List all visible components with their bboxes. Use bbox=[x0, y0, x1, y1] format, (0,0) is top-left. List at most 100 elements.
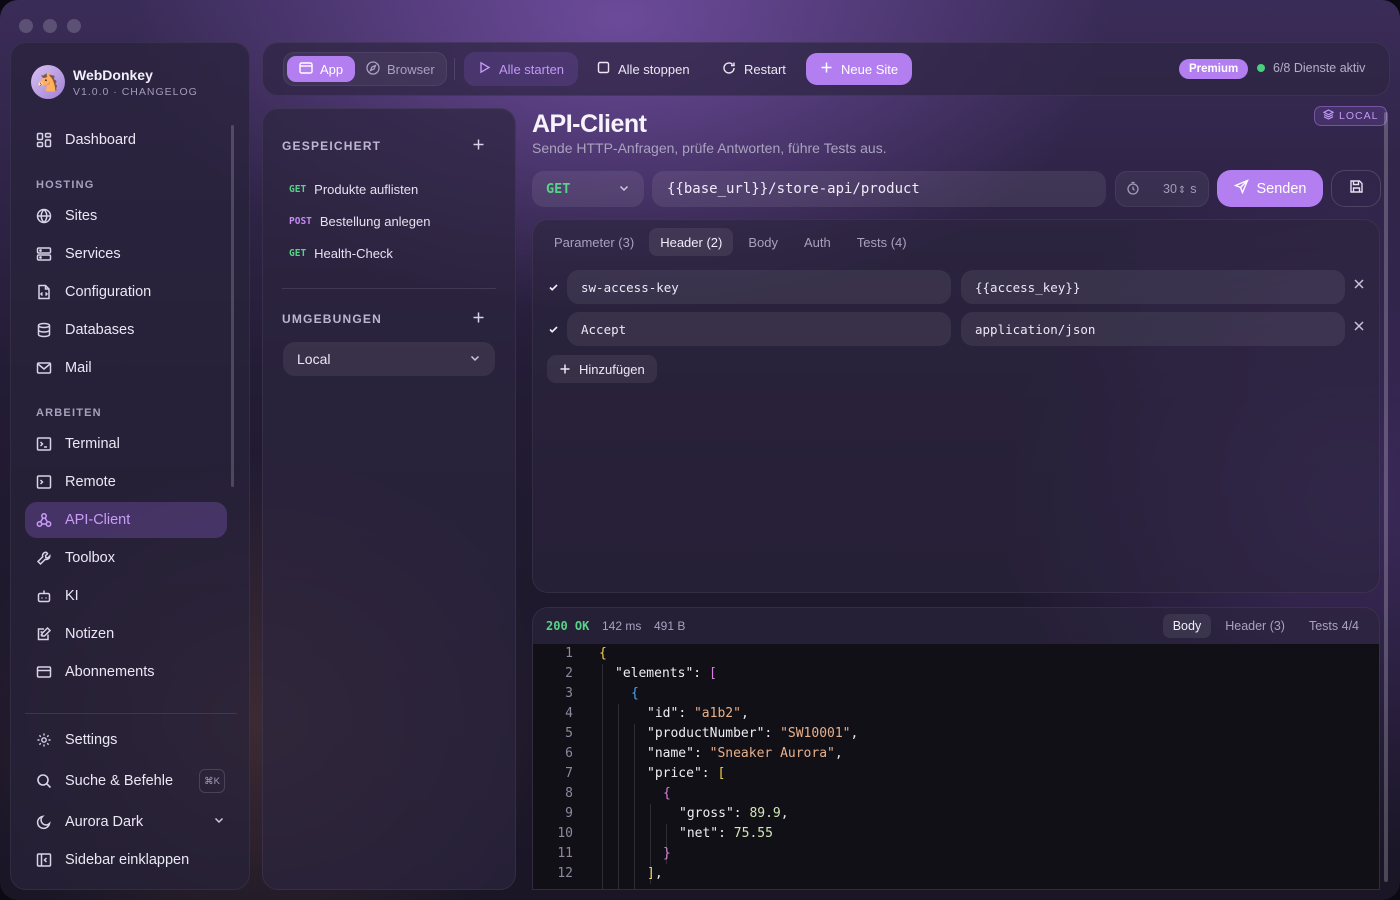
add-header-button[interactable]: Hinzufügen bbox=[547, 355, 657, 383]
header-key-input[interactable]: Accept bbox=[567, 312, 951, 346]
add-saved-request-button[interactable] bbox=[472, 135, 485, 156]
saved-request-item[interactable]: GET Health-Check bbox=[289, 246, 393, 261]
code-text: "elements": [ bbox=[615, 666, 717, 681]
start-all-label: Alle starten bbox=[499, 61, 565, 77]
app-window: 🐴 WebDonkey V1.0.0 · CHANGELOG Dashboard… bbox=[0, 0, 1400, 900]
play-icon bbox=[478, 61, 491, 77]
sidebar-item-ki[interactable]: KI bbox=[25, 578, 227, 614]
sidebar-scrollbar[interactable] bbox=[231, 125, 234, 487]
minimize-window-button[interactable] bbox=[43, 19, 57, 33]
remove-header-button[interactable] bbox=[1353, 277, 1365, 295]
tab-tests[interactable]: Tests (4) bbox=[846, 228, 918, 256]
response-status: 200 OK bbox=[546, 619, 590, 633]
environment-select[interactable]: Local bbox=[283, 342, 495, 376]
line-number: 8 bbox=[565, 786, 573, 801]
line-number: 3 bbox=[565, 686, 573, 701]
sidebar-item-theme[interactable]: Aurora Dark bbox=[25, 804, 227, 840]
indent-guide bbox=[602, 664, 603, 889]
timer-icon bbox=[1126, 181, 1140, 198]
code-line: 6 "name": "Sneaker Aurora", bbox=[533, 744, 1379, 764]
method-select[interactable]: GET bbox=[532, 171, 644, 207]
header-value-input[interactable]: {{access_key}} bbox=[961, 270, 1345, 304]
services-status-text: 6/8 Dienste aktiv bbox=[1273, 61, 1366, 75]
sidebar-item-collapse[interactable]: Sidebar einklappen bbox=[25, 842, 227, 878]
status-dot bbox=[1257, 64, 1265, 72]
chevron-down-icon bbox=[469, 352, 481, 367]
bot-icon bbox=[35, 587, 53, 605]
header-row: Accept application/json bbox=[545, 312, 1375, 346]
response-body-code[interactable]: 1{2 "elements": [3{4 "id": "a1b2", 5 "produc… bbox=[533, 644, 1379, 889]
donkey-logo-icon: 🐴 bbox=[31, 65, 65, 99]
credit-card-icon bbox=[35, 663, 53, 681]
add-header-label: Hinzufügen bbox=[579, 361, 645, 377]
start-all-button[interactable]: Alle starten bbox=[464, 52, 579, 86]
indent-guide bbox=[618, 704, 619, 889]
mail-icon bbox=[35, 359, 53, 377]
url-input[interactable]: {{base_url}}/store-api/product bbox=[652, 171, 1106, 207]
tab-body[interactable]: Body bbox=[737, 228, 789, 256]
chevron-down-icon[interactable] bbox=[213, 814, 225, 829]
add-environment-button[interactable] bbox=[472, 308, 485, 329]
sidebar-item-sites[interactable]: Sites bbox=[25, 198, 227, 234]
code-text: "name": "Sneaker Aurora", bbox=[647, 746, 843, 761]
new-site-button[interactable]: Neue Site bbox=[806, 53, 913, 85]
timeout-value: 30 bbox=[1163, 182, 1177, 196]
header-key-input[interactable]: sw-access-key bbox=[567, 270, 951, 304]
moon-icon bbox=[35, 813, 53, 831]
line-number: 2 bbox=[565, 666, 573, 681]
sidebar-item-configuration[interactable]: Configuration bbox=[25, 274, 227, 310]
sidebar-item-label: Suche & Befehle bbox=[65, 773, 174, 789]
indent-guide bbox=[666, 824, 667, 864]
stop-all-label: Alle stoppen bbox=[618, 61, 690, 77]
save-icon bbox=[1349, 179, 1364, 199]
send-button[interactable]: Senden bbox=[1217, 170, 1323, 207]
tab-parameter[interactable]: Parameter (3) bbox=[543, 228, 645, 256]
nav-section-hosting: HOSTING bbox=[36, 179, 95, 191]
saved-request-item[interactable]: POST Bestellung anlegen bbox=[289, 214, 430, 229]
saved-request-item[interactable]: GET Produkte auflisten bbox=[289, 182, 418, 197]
code-line: 7 "price": [ bbox=[533, 764, 1379, 784]
app-view-button[interactable]: App bbox=[287, 56, 356, 82]
sidebar-item-toolbox[interactable]: Toolbox bbox=[25, 540, 227, 576]
stepper-arrows-icon[interactable]: ⇕ bbox=[1178, 185, 1186, 196]
sidebar-item-dashboard[interactable]: Dashboard bbox=[25, 122, 227, 158]
close-window-button[interactable] bbox=[19, 19, 33, 33]
code-text: "price": [ bbox=[647, 766, 726, 781]
restart-button[interactable]: Restart bbox=[708, 52, 800, 86]
stop-all-button[interactable]: Alle stoppen bbox=[583, 52, 704, 86]
sidebar-item-services[interactable]: Services bbox=[25, 236, 227, 272]
response-panel: 200 OK 142 ms 491 B Body Header (3) Test… bbox=[532, 607, 1380, 890]
tab-response-body[interactable]: Body bbox=[1162, 614, 1212, 638]
sidebar-item-api-client[interactable]: API-Client bbox=[25, 502, 227, 538]
sidebar-item-abonnements[interactable]: Abonnements bbox=[25, 654, 227, 690]
premium-badge[interactable]: Premium bbox=[1179, 59, 1249, 79]
timeout-unit: s bbox=[1190, 182, 1197, 196]
tab-auth[interactable]: Auth bbox=[793, 228, 842, 256]
timeout-stepper[interactable]: 30⇕ s bbox=[1115, 171, 1209, 207]
sidebar-item-search[interactable]: Suche & Befehle bbox=[25, 763, 227, 799]
sidebar-item-label: Toolbox bbox=[65, 550, 115, 566]
sidebar-item-databases[interactable]: Databases bbox=[25, 312, 227, 348]
code-line: 9 "gross": 89.9, bbox=[533, 804, 1379, 824]
tab-header[interactable]: Header (2) bbox=[649, 228, 734, 256]
brand[interactable]: 🐴 WebDonkey V1.0.0 · CHANGELOG bbox=[31, 65, 198, 99]
header-value-input[interactable]: application/json bbox=[961, 312, 1345, 346]
header-enabled-checkbox[interactable] bbox=[545, 279, 561, 295]
sidebar-item-mail[interactable]: Mail bbox=[25, 350, 227, 386]
main-scrollbar[interactable] bbox=[1384, 112, 1388, 882]
sidebar-item-notizen[interactable]: Notizen bbox=[25, 616, 227, 652]
services-status[interactable]: 6/8 Dienste aktiv bbox=[1257, 61, 1365, 75]
maximize-window-button[interactable] bbox=[67, 19, 81, 33]
remove-header-button[interactable] bbox=[1353, 319, 1365, 337]
header-enabled-checkbox[interactable] bbox=[545, 321, 561, 337]
sidebar-item-settings[interactable]: Settings bbox=[25, 722, 227, 758]
tab-response-tests[interactable]: Tests 4/4 bbox=[1299, 614, 1369, 638]
sidebar-item-remote[interactable]: Remote bbox=[25, 464, 227, 500]
app-version[interactable]: V1.0.0 · CHANGELOG bbox=[73, 86, 198, 98]
sidebar-item-label: Mail bbox=[65, 360, 92, 376]
tab-response-header[interactable]: Header (3) bbox=[1215, 614, 1295, 638]
sidebar-item-terminal[interactable]: Terminal bbox=[25, 426, 227, 462]
dashboard-icon bbox=[35, 131, 53, 149]
save-request-button[interactable] bbox=[1331, 170, 1381, 207]
browser-view-button[interactable]: Browser bbox=[354, 56, 447, 82]
